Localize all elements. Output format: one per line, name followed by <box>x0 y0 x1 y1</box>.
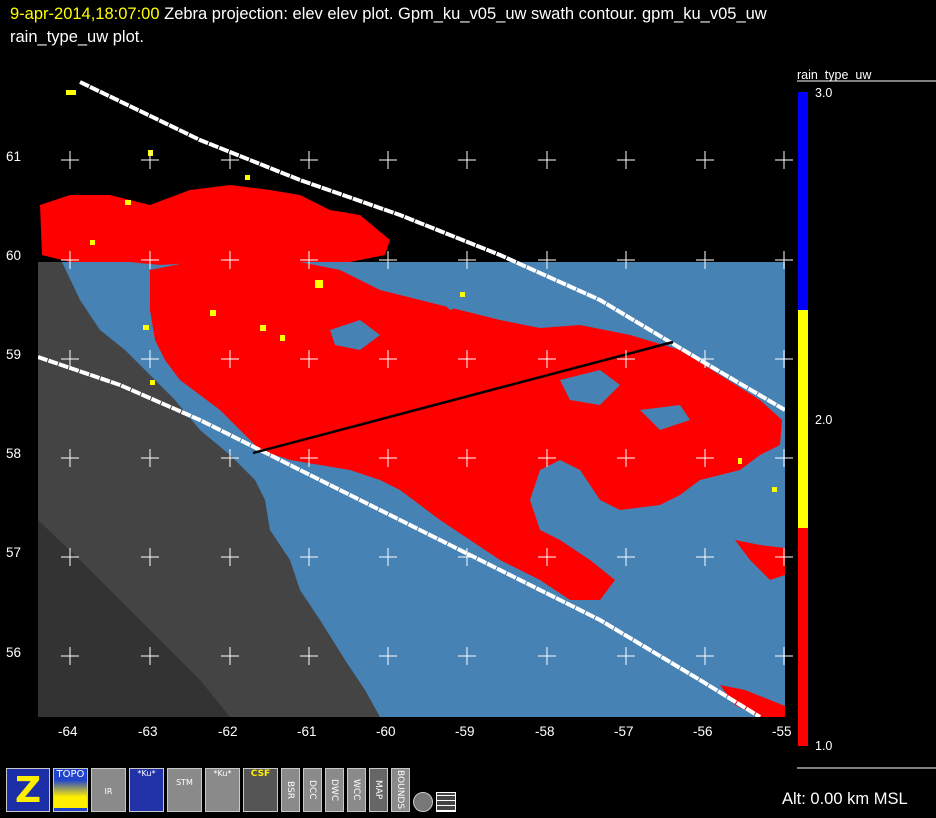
lat-tick: 57 <box>6 545 22 560</box>
ku-label: *Ku* <box>137 769 156 778</box>
colorbar-title: rain_type_uw <box>797 68 872 82</box>
dwc-icon[interactable]: DWC <box>325 768 344 812</box>
colorbar-label-mid: 2.0 <box>815 413 833 427</box>
stm-icon[interactable]: STM <box>167 768 202 812</box>
stm-label: STM <box>176 778 193 787</box>
colorbar-red <box>798 528 808 746</box>
lon-tick: -61 <box>297 724 317 739</box>
lon-tick: -56 <box>693 724 713 739</box>
map-icon[interactable]: MAP <box>369 768 388 812</box>
zebra-logo-icon[interactable]: Z <box>6 768 50 812</box>
colorbar-blue <box>798 92 808 310</box>
ku-icon[interactable]: *Ku* <box>129 768 164 812</box>
bounds-icon[interactable]: BOUNDS <box>391 768 410 812</box>
lon-tick: -55 <box>772 724 792 739</box>
lon-tick: -57 <box>614 724 634 739</box>
lon-tick: -62 <box>218 724 238 739</box>
ku-vs-label: *Ku* <box>213 769 232 778</box>
topo-label: TOPO <box>56 769 85 780</box>
ir-label: IR <box>104 787 113 796</box>
icon-toolbar: Z TOPO IR *Ku* STM *Ku* CSF BSR DCC DWC … <box>6 768 456 814</box>
dcc-icon[interactable]: DCC <box>303 768 322 812</box>
ku-vs-icon[interactable]: *Ku* <box>205 768 240 812</box>
lat-tick: 58 <box>6 446 22 461</box>
altitude-readout: Alt: 0.00 km MSL <box>782 790 908 808</box>
lon-tick: -59 <box>455 724 475 739</box>
colorbar-label-min: 1.0 <box>815 739 833 753</box>
lon-tick: -64 <box>58 724 78 739</box>
lat-tick: 60 <box>6 248 22 263</box>
colorbar-label-max: 3.0 <box>815 86 833 100</box>
lon-tick: -58 <box>535 724 555 739</box>
topo-icon[interactable]: TOPO <box>53 768 88 812</box>
lon-tick: -60 <box>376 724 396 739</box>
grid-icon[interactable] <box>436 792 456 812</box>
bsr-icon[interactable]: BSR <box>281 768 300 812</box>
lat-tick: 59 <box>6 347 22 362</box>
csf-label: CSF <box>250 769 271 779</box>
lat-tick: 56 <box>6 645 22 660</box>
lon-tick: -63 <box>138 724 158 739</box>
lat-tick: 61 <box>6 149 22 164</box>
ir-icon[interactable]: IR <box>91 768 126 812</box>
map-plot[interactable] <box>0 0 936 818</box>
circle-icon[interactable] <box>413 792 433 812</box>
wcc-icon[interactable]: WCC <box>347 768 366 812</box>
csf-gpm-icon[interactable]: CSF <box>243 768 278 812</box>
colorbar-yellow <box>798 310 808 528</box>
